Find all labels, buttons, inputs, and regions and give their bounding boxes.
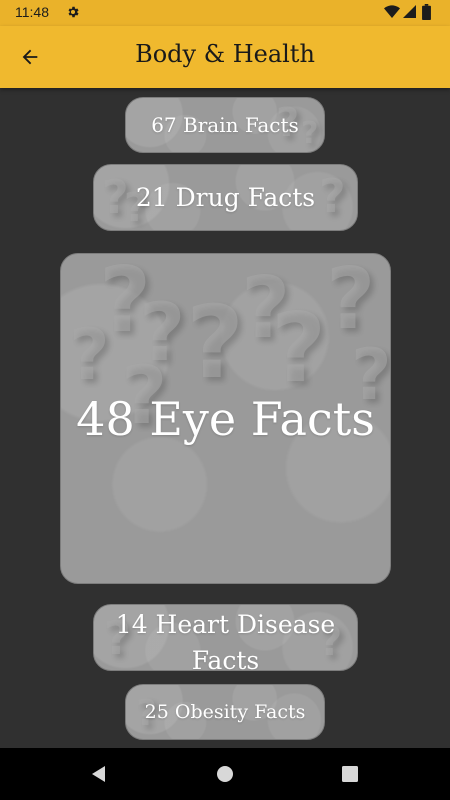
- question-mark-decoration: ?: [326, 253, 376, 349]
- question-mark-decoration: ?: [99, 253, 152, 353]
- heart-disease-facts-label: 14 Heart Disease Facts: [115, 610, 336, 671]
- obesity-facts-label: 25 Obesity Facts: [144, 701, 306, 723]
- eye-facts-label: 48 Eye Facts: [76, 391, 375, 446]
- heart-disease-facts-card[interactable]: ? ? 14 Heart Disease Facts: [93, 604, 358, 671]
- question-mark-decoration: ?: [271, 294, 327, 404]
- question-mark-decoration: ?: [139, 286, 186, 379]
- question-mark-decoration: ?: [186, 284, 245, 401]
- nav-home-icon[interactable]: [215, 764, 235, 784]
- eye-facts-card[interactable]: ? ? ? ? ? ? ? ? ? 48 Eye Facts: [60, 253, 391, 584]
- drug-facts-card[interactable]: ? ? ? 21 Drug Facts: [93, 164, 358, 231]
- drug-facts-label: 21 Drug Facts: [135, 183, 316, 212]
- question-mark-decoration: ?: [69, 314, 110, 396]
- signal-icon: [403, 5, 416, 18]
- question-mark-decoration: ?: [241, 259, 291, 358]
- nav-back-icon[interactable]: [89, 764, 109, 784]
- status-time: 11:48: [15, 4, 49, 20]
- page-title: Body & Health: [135, 40, 315, 68]
- wifi-icon: [384, 5, 400, 18]
- brain-facts-label: 67 Brain Facts: [151, 113, 299, 137]
- question-mark-decoration: ?: [102, 170, 129, 224]
- app-bar: Body & Health: [0, 26, 450, 88]
- settings-gear-icon: [68, 6, 79, 18]
- brain-facts-card[interactable]: ? ? 67 Brain Facts: [125, 97, 325, 153]
- nav-recents-icon[interactable]: [340, 764, 360, 784]
- battery-icon: [422, 4, 431, 20]
- status-bar: 11:48: [0, 0, 450, 26]
- navigation-bar: [0, 748, 450, 800]
- question-mark-decoration: ?: [301, 116, 319, 151]
- obesity-facts-card[interactable]: ? 25 Obesity Facts: [125, 684, 325, 740]
- question-mark-decoration: ?: [319, 169, 346, 223]
